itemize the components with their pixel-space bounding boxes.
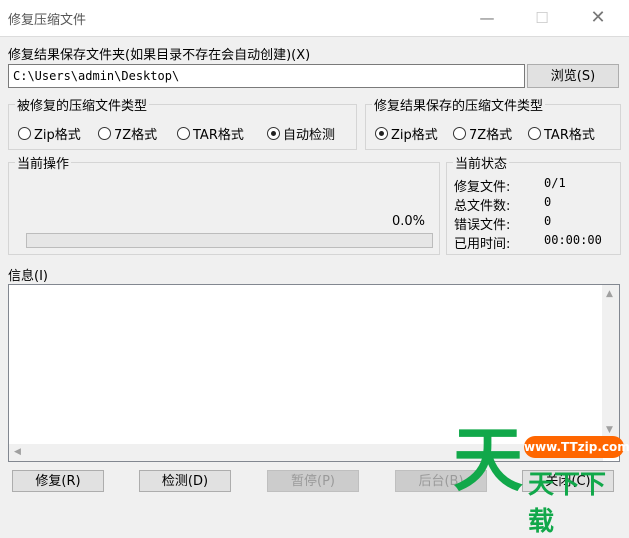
radio-circle-icon[interactable] xyxy=(453,127,466,140)
radio-label: TAR格式 xyxy=(193,128,244,143)
status-value: 0 xyxy=(544,195,552,209)
minimize-icon[interactable]: — xyxy=(464,0,510,36)
radio-circle-icon[interactable] xyxy=(177,127,190,140)
radio-label: 7Z格式 xyxy=(469,128,513,143)
radio-circle-icon[interactable] xyxy=(18,127,31,140)
radio-circle-icon[interactable] xyxy=(98,127,111,140)
close-icon[interactable]: ✕ xyxy=(575,0,621,36)
radio-label: Zip格式 xyxy=(391,128,438,143)
watermark-text: 天下下载 xyxy=(528,470,607,537)
radio-label: TAR格式 xyxy=(544,128,595,143)
result-type-title: 修复结果保存的压缩文件类型 xyxy=(372,95,546,114)
info-label: 信息(I) xyxy=(8,269,48,284)
radio-label: Zip格式 xyxy=(34,128,81,143)
radio-circle-icon[interactable] xyxy=(267,127,280,140)
result-type-radio-2[interactable]: TAR格式 xyxy=(528,124,595,143)
radio-circle-icon[interactable] xyxy=(528,127,541,140)
maximize-icon[interactable]: ☐ xyxy=(519,0,565,36)
watermark-logo: 天 xyxy=(453,419,523,501)
status-key: 错误文件: xyxy=(454,218,511,233)
pause-button[interactable]: 暂停(P) xyxy=(267,470,359,492)
source-type-radio-2[interactable]: TAR格式 xyxy=(177,124,244,143)
source-type-radio-3[interactable]: 自动检测 xyxy=(267,124,335,143)
info-log-textarea[interactable]: ▲ ▼ ◀ xyxy=(8,284,620,462)
current-status-title: 当前状态 xyxy=(453,153,510,172)
radio-label: 7Z格式 xyxy=(114,128,158,143)
status-value: 0 xyxy=(544,214,552,228)
output-folder-input[interactable]: C:\Users\admin\Desktop\ xyxy=(8,64,525,88)
status-key: 修复文件: xyxy=(454,180,511,195)
status-key: 已用时间: xyxy=(454,237,511,252)
scroll-down-icon[interactable]: ▼ xyxy=(606,425,613,435)
result-type-radio-1[interactable]: 7Z格式 xyxy=(453,124,512,143)
status-row-elapsed: 已用时间: 00:00:00 xyxy=(454,233,624,252)
radio-label: 自动检测 xyxy=(283,128,336,143)
title-bar: 修复压缩文件 — ☐ ✕ xyxy=(0,0,629,37)
watermark-site: www.TTzip.com xyxy=(524,436,629,458)
detect-button[interactable]: 检测(D) xyxy=(139,470,231,492)
browse-button[interactable]: 浏览(S) xyxy=(527,64,619,88)
progress-bar xyxy=(26,233,433,248)
result-type-radio-0[interactable]: Zip格式 xyxy=(375,124,438,143)
status-value: 0/1 xyxy=(544,176,566,190)
repair-button[interactable]: 修复(R) xyxy=(12,470,104,492)
vertical-scrollbar[interactable]: ▲ ▼ xyxy=(602,285,619,445)
source-type-title: 被修复的压缩文件类型 xyxy=(15,95,150,114)
scroll-left-icon[interactable]: ◀ xyxy=(14,447,21,457)
source-type-radio-1[interactable]: 7Z格式 xyxy=(98,124,157,143)
status-row-errors: 错误文件: 0 xyxy=(454,214,624,233)
current-operation-title: 当前操作 xyxy=(15,153,72,172)
output-folder-label: 修复结果保存文件夹(如果目录不存在会自动创建)(X) xyxy=(8,48,311,63)
source-type-radio-0[interactable]: Zip格式 xyxy=(18,124,81,143)
progress-percent: 0.0% xyxy=(392,214,426,229)
window-title: 修复压缩文件 xyxy=(8,13,87,28)
scroll-up-icon[interactable]: ▲ xyxy=(606,289,613,299)
status-value: 00:00:00 xyxy=(544,233,602,247)
status-key: 总文件数: xyxy=(454,199,511,214)
status-row-total: 总文件数: 0 xyxy=(454,195,624,214)
status-row-repaired: 修复文件: 0/1 xyxy=(454,176,624,195)
radio-circle-icon[interactable] xyxy=(375,127,388,140)
